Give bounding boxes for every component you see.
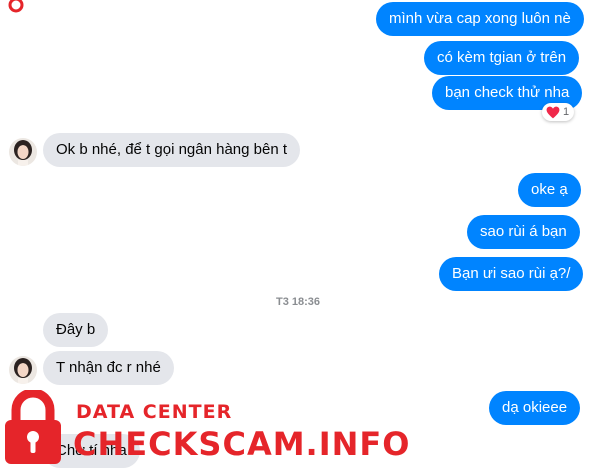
ring-icon — [8, 0, 24, 13]
message-outgoing[interactable]: dạ okieee — [489, 391, 581, 425]
avatar[interactable] — [9, 138, 37, 166]
message-outgoing[interactable]: sao rùi á bạn — [467, 215, 580, 249]
timestamp: T3 18:36 — [275, 296, 321, 308]
message-outgoing[interactable]: oke ạ — [518, 173, 581, 207]
watermark-site: CHECKSCAM.INFO — [73, 425, 411, 463]
message-incoming[interactable]: Đây b — [43, 313, 109, 347]
reaction-count: 1 — [563, 106, 570, 118]
padlock-icon — [5, 390, 61, 464]
avatar[interactable] — [9, 356, 37, 384]
message-reaction[interactable]: 1 — [542, 103, 575, 121]
message-incoming[interactable]: T nhận đc r nhé — [43, 351, 174, 385]
heart-icon — [546, 106, 560, 118]
watermark-title: DATA CENTER — [76, 401, 233, 423]
message-outgoing[interactable]: Bạn ưi sao rùi ạ?/ — [439, 257, 584, 291]
message-outgoing[interactable]: mình vừa cap xong luôn nè — [376, 2, 584, 36]
message-incoming[interactable]: Ok b nhé, để t gọi ngân hàng bên t — [43, 133, 301, 167]
message-outgoing[interactable]: có kèm tgian ở trên — [424, 41, 580, 75]
